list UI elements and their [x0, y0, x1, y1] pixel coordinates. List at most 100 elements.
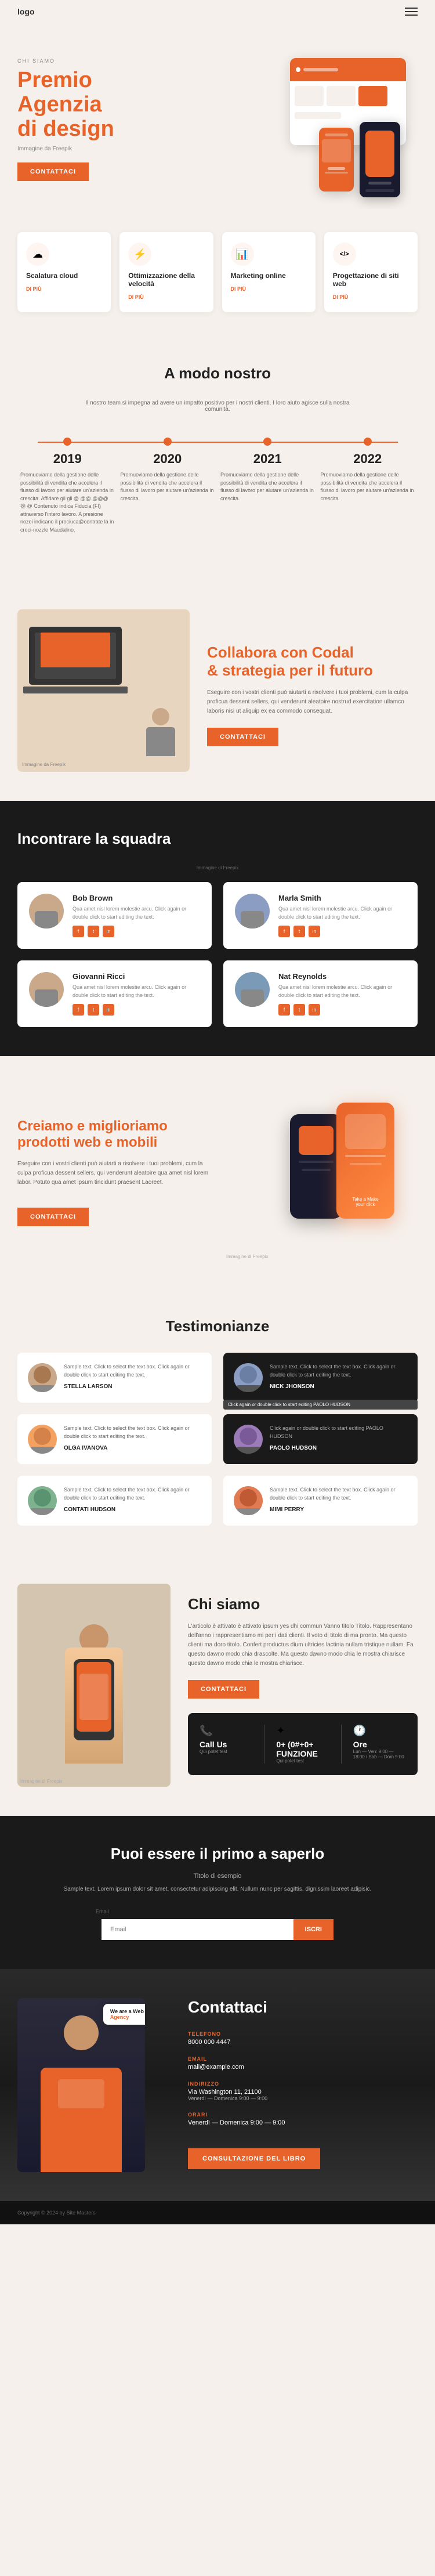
service-link-3[interactable]: DI PIÙ	[231, 286, 246, 292]
facebook-icon-1[interactable]: f	[72, 926, 84, 937]
hero-cta-button[interactable]: CONTATTACI	[17, 162, 89, 181]
testimonial-name-3: OLGA IVANOVA	[64, 1445, 201, 1451]
team-grid: Bob Brown Qua amet nisl lorem molestie a…	[17, 882, 418, 1027]
timeline-item-3: 2021 Promuoviamo della gestione delle po…	[217, 430, 318, 503]
stat-value-2: 0+ (0#+0+ FUNZIONE	[276, 1740, 329, 1758]
contact-item-4: Orari Venerdì — Domenica 9:00 — 9:00	[188, 2112, 418, 2126]
contatti-section: We are a Web Agency Contattaci Telefono …	[0, 1969, 435, 2201]
testimonial-text-2: Sample text. Click to select the text bo…	[270, 1363, 407, 1379]
testimonials-section: Testimonianze Sample text. Click to sele…	[0, 1288, 435, 1555]
team-card-2: Marla Smith Qua amet nisl lorem molestie…	[223, 882, 418, 949]
stat-icon-1: 📞	[200, 1725, 252, 1737]
chi-siamo-description: L'articolo è attivato è attivato ipsum y…	[188, 1622, 418, 1668]
person-decoration	[143, 708, 178, 754]
logo[interactable]: logo	[17, 7, 35, 16]
contact-item-3: Indirizzo Via Washington 11, 21100 Vener…	[188, 2081, 418, 2101]
service-link-1[interactable]: DI PIÙ	[26, 286, 42, 292]
hero-title-line1: Premio	[17, 68, 92, 92]
testimonial-card-1: Sample text. Click to select the text bo…	[17, 1353, 212, 1403]
team-img-label: Immagine di Freepix	[17, 865, 418, 870]
chi-siamo-cta-button[interactable]: CONTATTACI	[188, 1680, 259, 1699]
linkedin-icon-1[interactable]: in	[103, 926, 114, 937]
testimonial-avatar-3	[28, 1425, 57, 1454]
team-title: Incontrare la squadra	[17, 830, 418, 848]
testimonial-text-5: Sample text. Click to select the text bo…	[64, 1486, 201, 1502]
cta-banner-section: Puoi essere il primo a saperlo Titolo di…	[0, 1816, 435, 1969]
chi-siamo-right: Chi siamo L'articolo è attivato è attiva…	[188, 1595, 418, 1775]
contact-label-1: Telefono	[188, 2031, 418, 2037]
team-avatar-3	[29, 972, 64, 1007]
testimonial-card-4: Click again or double click to start edi…	[223, 1414, 418, 1464]
service-card-4: </> Progettazione di siti web DI PIÙ	[324, 232, 418, 312]
testimonial-text-4: Click again or double click to start edi…	[270, 1425, 407, 1440]
testimonial-text-6: Sample text. Click to select the text bo…	[270, 1486, 407, 1502]
email-form-container: Email ISCRI	[96, 1909, 339, 1940]
team-avatar-1	[29, 894, 64, 928]
testimonials-grid: Sample text. Click to select the text bo…	[17, 1353, 418, 1526]
hero-title-line2: Agenzia	[17, 92, 102, 117]
contact-value-4: Venerdì — Domenica 9:00 — 9:00	[188, 2119, 418, 2126]
testimonial-info-6: Sample text. Click to select the text bo…	[270, 1486, 407, 1513]
timeline: 2019 Promuoviamo della gestione delle po…	[17, 430, 418, 534]
email-input[interactable]	[102, 1919, 293, 1940]
timeline-text-1: Promuoviamo della gestione delle possibi…	[17, 471, 118, 534]
stat-item-3: 🕐 Ore Lun — Ven: 9:00 — 18:00 / Sab — Do…	[353, 1725, 406, 1764]
team-section: Incontrare la squadra Immagine di Freepi…	[0, 801, 435, 1056]
cta-description: Sample text. Lorem ipsum dolor sit amet,…	[17, 1885, 418, 1894]
timeline-dot-3	[263, 438, 271, 446]
service-card-1: ☁ Scalatura cloud DI PIÙ	[17, 232, 111, 312]
twitter-icon-1[interactable]: t	[88, 926, 99, 937]
twitter-icon-4[interactable]: t	[293, 1004, 305, 1016]
contatti-title: Contattaci	[188, 1998, 418, 2017]
testimonial-avatar-4	[234, 1425, 263, 1454]
chi-siamo-image: Immagine di Freepix	[17, 1584, 171, 1787]
service-link-4[interactable]: DI PIÙ	[333, 294, 349, 300]
stat-label-2: Qui potet test	[276, 1758, 329, 1764]
facebook-icon-3[interactable]: f	[72, 1004, 84, 1016]
linkedin-icon-3[interactable]: in	[103, 1004, 114, 1016]
chi-siamo-stats: 📞 Call Us Qui potet test ✦ 0+ (0#+0+ FUN…	[188, 1713, 418, 1775]
contact-value-1: 8000 000 4447	[188, 2039, 418, 2046]
service-title-1: Scalatura cloud	[26, 272, 102, 280]
team-info-3: Giovanni Ricci Qua amet nisl lorem moles…	[72, 972, 200, 1016]
contatti-cta-button[interactable]: CONSULTAZIONE DEL LIBRO	[188, 2148, 320, 2169]
stat-label-3: Lun — Ven: 9:00 — 18:00 / Sab — Dom 9:00	[353, 1749, 406, 1760]
nav-menu-button[interactable]	[405, 8, 418, 16]
testimonial-name-5: CONTATI HUDSON	[64, 1506, 201, 1513]
email-submit-button[interactable]: ISCRI	[293, 1919, 334, 1940]
linkedin-icon-4[interactable]: in	[309, 1004, 320, 1016]
testimonial-info-2: Sample text. Click to select the text bo…	[270, 1363, 407, 1390]
hero-phone-orange	[319, 128, 354, 192]
testimonial-text-3: Sample text. Click to select the text bo…	[64, 1425, 201, 1440]
products-phone-dark	[290, 1114, 342, 1219]
service-link-2[interactable]: DI PIÙ	[128, 294, 144, 300]
collaborate-cta-button[interactable]: CONTATTACI	[207, 728, 278, 746]
stat-icon-2: ✦	[276, 1725, 329, 1737]
products-right: Take a Makeyour click Immagine di Freepi…	[226, 1085, 418, 1259]
service-title-3: Marketing online	[231, 272, 307, 280]
stat-label-1: Qui potet test	[200, 1749, 252, 1754]
cta-subtitle: Titolo di esempio	[17, 1872, 418, 1882]
collaborate-img-label: Immagine da Freepik	[22, 762, 66, 767]
team-info-1: Bob Brown Qua amet nisl lorem molestie a…	[72, 894, 200, 937]
contatti-image-wrapper: We are a Web Agency	[17, 1998, 145, 2172]
facebook-icon-4[interactable]: f	[278, 1004, 290, 1016]
timeline-text-4: Promuoviamo della gestione delle possibi…	[318, 471, 418, 503]
service-icon-2: ⚡	[128, 243, 151, 266]
timeline-dot-4	[364, 438, 372, 446]
testimonial-card-2: Sample text. Click to select the text bo…	[223, 1353, 418, 1403]
laptop-decoration	[29, 627, 122, 685]
products-cta-button[interactable]: CONTATTACI	[17, 1208, 89, 1226]
service-icon-1: ☁	[26, 243, 49, 266]
linkedin-icon-2[interactable]: in	[309, 926, 320, 937]
collaborate-description: Eseguire con i vostri clienti può aiutar…	[207, 688, 418, 716]
chi-siamo-section: Immagine di Freepix Chi siamo L'articolo…	[0, 1555, 435, 1816]
person-shirt	[58, 2079, 104, 2108]
facebook-icon-2[interactable]: f	[278, 926, 290, 937]
twitter-icon-3[interactable]: t	[88, 1004, 99, 1016]
team-name-3: Giovanni Ricci	[72, 972, 200, 981]
hero-phone-dark	[360, 122, 400, 197]
testimonials-title: Testimonianze	[17, 1317, 418, 1335]
testimonial-card-5: Sample text. Click to select the text bo…	[17, 1476, 212, 1526]
twitter-icon-2[interactable]: t	[293, 926, 305, 937]
